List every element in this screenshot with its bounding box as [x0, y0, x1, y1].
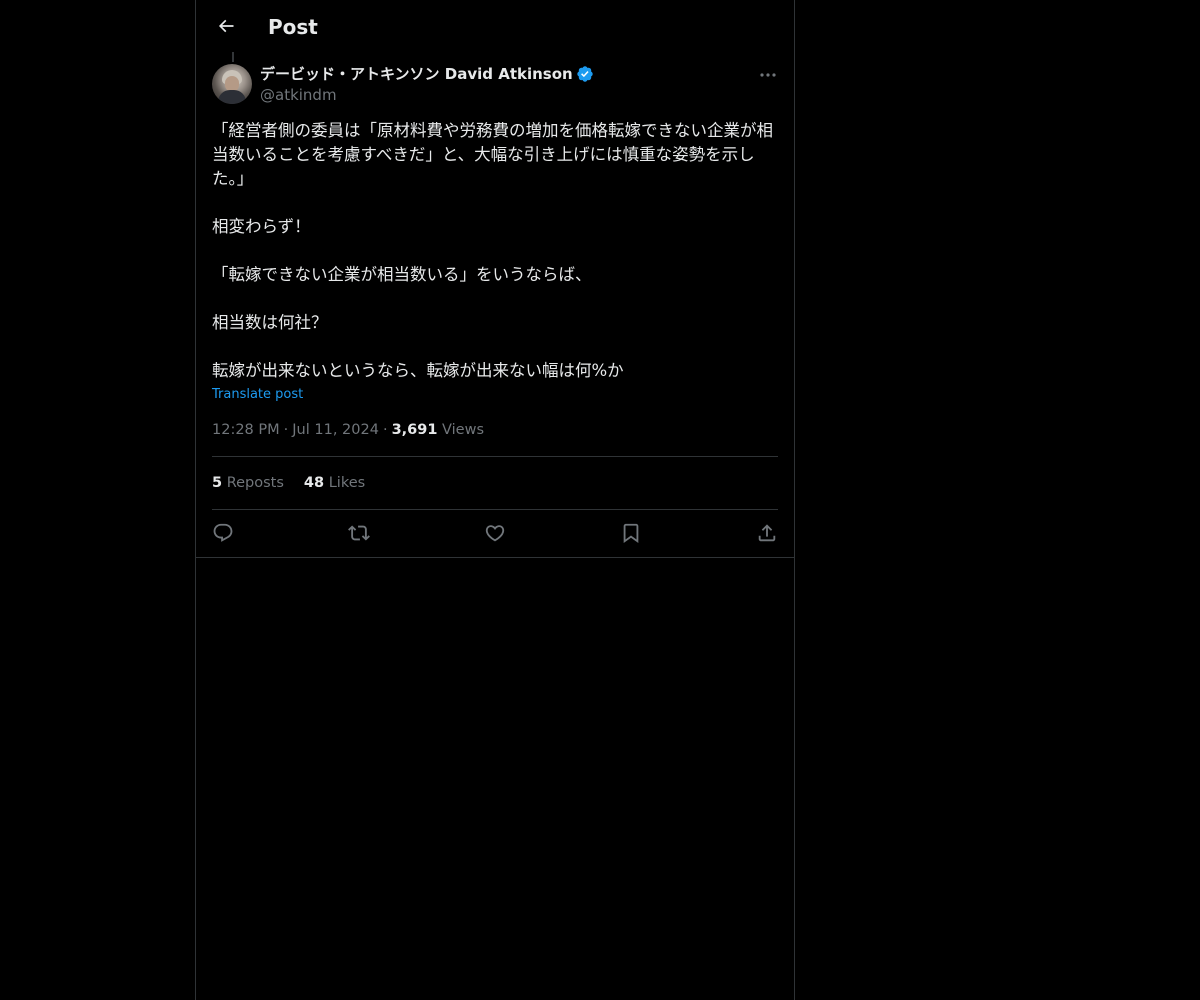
more-horizontal-icon: [760, 72, 776, 78]
bookmark-button[interactable]: [620, 522, 642, 544]
translate-post-link[interactable]: Translate post: [212, 386, 303, 404]
verified-badge-icon: [576, 65, 594, 83]
thread-line: [232, 52, 234, 62]
back-button[interactable]: [208, 8, 244, 44]
post-header: Post: [196, 0, 794, 53]
divider: [212, 509, 778, 510]
post-text: 「経営者側の委員は「原材料費や労務費の増加を価格転嫁できない企業が相当数いること…: [212, 121, 773, 380]
divider: [212, 456, 778, 457]
post-timestamp-link[interactable]: 12:28 PM · Jul 11, 2024: [212, 422, 379, 438]
like-button[interactable]: [484, 522, 506, 544]
avatar[interactable]: [212, 64, 252, 104]
views-count: 3,691: [391, 422, 438, 438]
likes-count: 48: [303, 475, 325, 491]
reposts-count: 5: [212, 475, 223, 491]
like-icon: [484, 522, 506, 544]
share-icon: [756, 522, 778, 544]
likes-label: Likes: [328, 475, 366, 491]
reply-button[interactable]: [212, 522, 234, 544]
page-title: Post: [268, 15, 318, 39]
reposts-label: Reposts: [226, 475, 284, 491]
repost-button[interactable]: [348, 522, 370, 544]
bookmark-icon: [620, 522, 642, 544]
reposts-stat-link[interactable]: 5 Reposts: [212, 473, 284, 493]
share-button[interactable]: [756, 522, 778, 544]
meta-separator: ·: [382, 422, 388, 438]
author-name-link[interactable]: デービッド・アトキンソン David Atkinson: [260, 64, 594, 84]
author-handle[interactable]: @atkindm: [260, 85, 337, 105]
post-time: 12:28 PM: [212, 422, 280, 438]
post-stats: 5 Reposts 48 Likes: [212, 473, 385, 493]
repost-icon: [348, 522, 370, 544]
author-name: デービッド・アトキンソン David Atkinson: [260, 65, 573, 83]
arrow-left-icon: [216, 16, 236, 36]
more-options-button[interactable]: [752, 64, 784, 86]
views-label: Views: [442, 422, 485, 438]
likes-stat-link[interactable]: 48 Likes: [304, 473, 365, 493]
meta-separator: ·: [283, 422, 289, 438]
reply-icon: [212, 522, 234, 544]
post-date: Jul 11, 2024: [292, 422, 379, 438]
post-column: Post デービッド・アトキンソン David Atkinson @atkind…: [195, 0, 795, 1000]
post-meta: 12:28 PM · Jul 11, 2024 · 3,691 Views: [212, 420, 484, 440]
post-bottom-border: [196, 557, 794, 558]
action-bar: [212, 520, 778, 546]
